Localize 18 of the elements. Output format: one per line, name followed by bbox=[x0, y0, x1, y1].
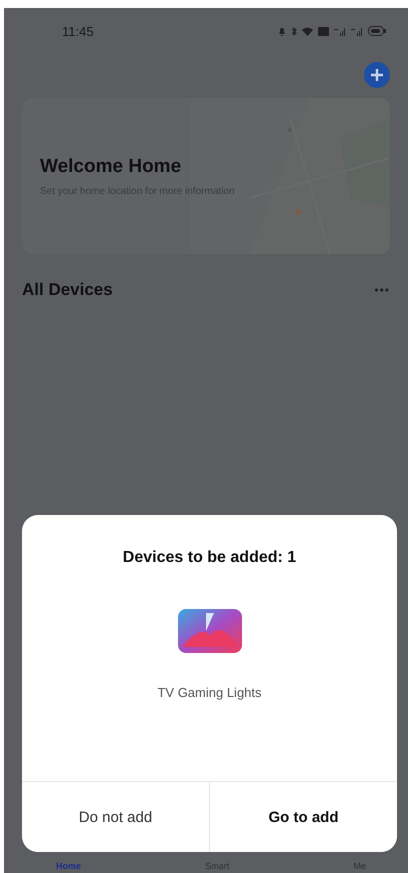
card-title: Welcome Home bbox=[40, 156, 182, 178]
hd-icon bbox=[318, 26, 329, 36]
section-title: All Devices bbox=[22, 280, 113, 300]
signal-icon bbox=[334, 26, 346, 36]
bluetooth-icon bbox=[291, 26, 297, 36]
signal-icon bbox=[351, 26, 363, 36]
wifi-icon bbox=[302, 26, 313, 36]
nav-tab[interactable]: Home bbox=[56, 861, 82, 871]
device-name: TV Gaming Lights bbox=[156, 685, 263, 700]
go-to-add-button[interactable]: Go to add bbox=[209, 782, 397, 852]
add-button[interactable] bbox=[364, 62, 390, 88]
more-button[interactable]: ••• bbox=[374, 283, 390, 297]
battery-icon bbox=[368, 26, 386, 36]
bell-icon bbox=[278, 26, 286, 36]
plus-icon bbox=[370, 68, 384, 82]
status-time: 11:45 bbox=[62, 24, 94, 38]
dialog-title: Devices to be added: 1 bbox=[122, 548, 298, 567]
light-strip-icon bbox=[176, 607, 244, 655]
